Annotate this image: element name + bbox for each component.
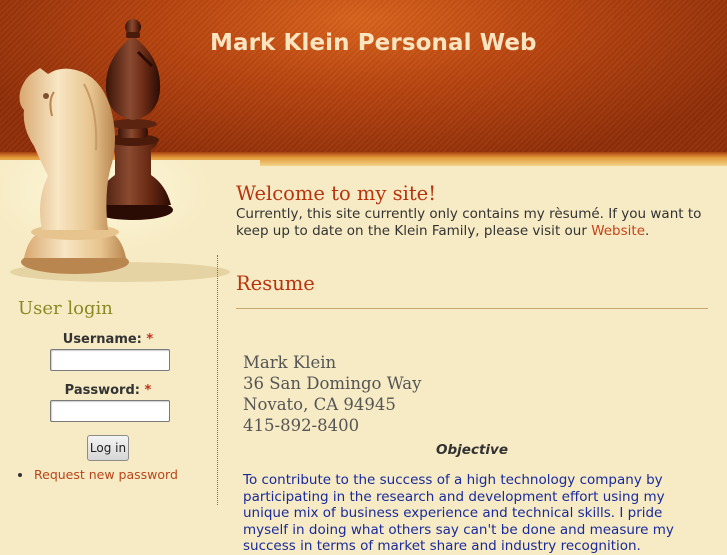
- required-marker: *: [144, 383, 152, 398]
- resume-heading[interactable]: Resume: [236, 272, 315, 295]
- bullet-icon: [18, 472, 22, 477]
- resume-divider: [236, 308, 708, 309]
- password-label: Password: *: [28, 383, 188, 398]
- login-button[interactable]: Log in: [87, 435, 129, 461]
- welcome-heading: Welcome to my site!: [236, 182, 437, 205]
- address-line: Mark Klein: [243, 353, 337, 372]
- username-label: Username: *: [28, 332, 188, 347]
- site-title[interactable]: Mark Klein Personal Web: [210, 30, 537, 56]
- objective-heading: Objective: [436, 442, 508, 458]
- username-label-text: Username:: [62, 332, 142, 347]
- username-input[interactable]: [50, 349, 170, 371]
- sidebar-divider: [217, 255, 218, 505]
- address-block: Mark Klein 36 San Domingo Way Novato, CA…: [243, 352, 421, 436]
- address-line: 36 San Domingo Way: [243, 374, 422, 393]
- login-links: Request new password: [18, 467, 178, 482]
- password-input[interactable]: [50, 400, 170, 422]
- address-line: Novato, CA 94945: [243, 395, 396, 414]
- welcome-text: Currently, this site currently only cont…: [236, 206, 706, 240]
- user-login-title: User login: [18, 298, 113, 319]
- list-item: Request new password: [18, 467, 178, 482]
- request-password-link[interactable]: Request new password: [34, 467, 178, 482]
- password-label-text: Password:: [64, 383, 140, 398]
- welcome-text-end: .: [645, 223, 650, 239]
- website-link[interactable]: Website: [591, 223, 645, 239]
- required-marker: *: [146, 332, 154, 347]
- chess-pieces-logo[interactable]: [0, 0, 235, 285]
- address-line: 415-892-8400: [243, 416, 360, 435]
- objective-text: To contribute to the success of a high t…: [243, 472, 674, 554]
